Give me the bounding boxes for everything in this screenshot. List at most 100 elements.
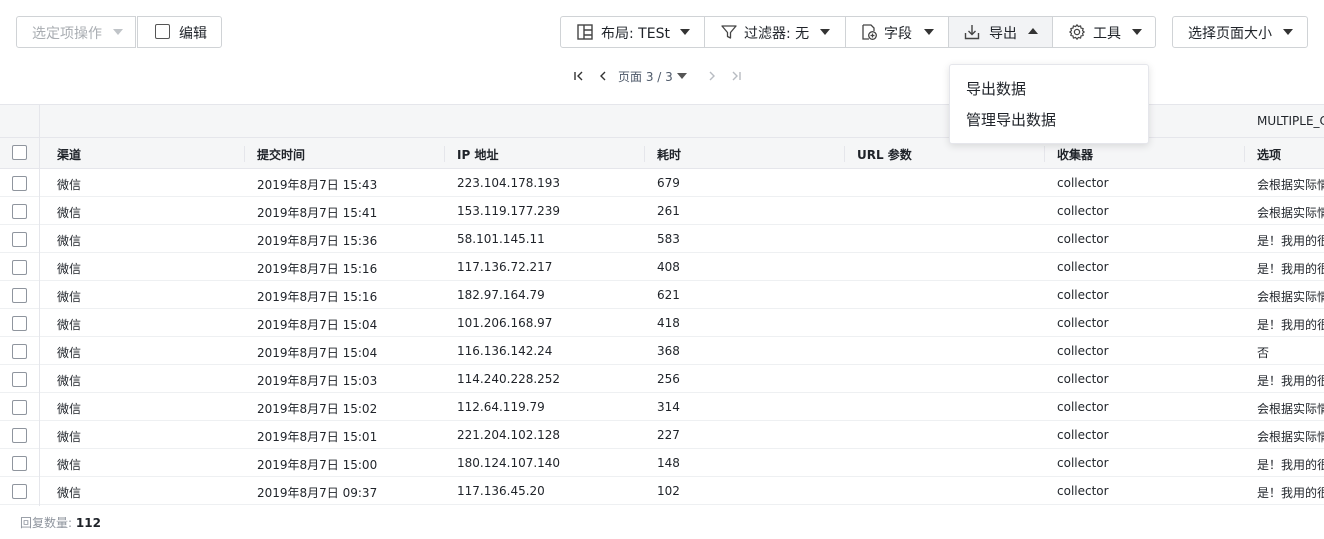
row-checkbox[interactable] — [12, 372, 27, 387]
table-row[interactable]: 微信 2019年8月7日 15:04 116.136.142.24 368 collec… — [0, 337, 1324, 365]
table-row[interactable]: 微信 2019年8月7日 15:03 114.240.228.252 256 colle… — [0, 365, 1324, 393]
download-icon — [964, 25, 980, 40]
table-row[interactable]: 微信 2019年8月7日 15:04 101.206.168.97 418 collec… — [0, 309, 1324, 337]
cell-duration: 102 — [657, 484, 680, 498]
bulk-actions-label: 选定项操作 — [32, 26, 102, 42]
table-row[interactable]: 微信 2019年8月7日 15:16 117.136.72.217 408 collec… — [0, 253, 1324, 281]
cell-collector: collector — [1057, 456, 1109, 470]
table-row[interactable]: 微信 2019年8月7日 15:36 58.101.145.11 583 collect… — [0, 225, 1324, 253]
column-header-channel[interactable]: 渠道 — [57, 146, 81, 163]
column-header-url-params[interactable]: URL 参数 — [857, 146, 912, 163]
cell-submit-time: 2019年8月7日 15:41 — [257, 206, 378, 220]
row-checkbox[interactable] — [12, 204, 27, 219]
row-checkbox[interactable] — [12, 260, 27, 275]
row-checkbox[interactable] — [12, 176, 27, 191]
row-checkbox[interactable] — [12, 316, 27, 331]
bulk-actions-dropdown[interactable]: 选定项操作 — [16, 16, 136, 48]
filter-dropdown[interactable]: 过滤器: 无 — [705, 17, 846, 47]
edit-button[interactable]: 编辑 — [137, 16, 222, 48]
cell-duration: 408 — [657, 260, 680, 274]
cell-collector: collector — [1057, 484, 1109, 498]
cell-submit-time: 2019年8月7日 15:04 — [257, 346, 378, 360]
view-toolbar-group: 布局: TESt 过滤器: 无 字段 导出 工具 — [560, 16, 1156, 48]
last-page-icon[interactable] — [729, 69, 743, 83]
chevron-down-icon — [676, 73, 687, 79]
cell-submit-time: 2019年8月7日 15:43 — [257, 178, 378, 192]
chevron-down-icon — [1283, 29, 1293, 35]
fields-dropdown[interactable]: 字段 — [846, 17, 949, 47]
next-page-icon[interactable] — [705, 69, 719, 83]
cell-channel: 微信 — [57, 486, 82, 500]
table-row[interactable]: 微信 2019年8月7日 15:41 153.119.177.239 261 colle… — [0, 197, 1324, 225]
cell-channel: 微信 — [57, 206, 82, 220]
cell-collector: collector — [1057, 204, 1109, 218]
tools-dropdown[interactable]: 工具 — [1053, 17, 1155, 47]
cell-ip: 116.136.142.24 — [457, 344, 553, 358]
table-row[interactable]: 微信 2019年8月7日 15:16 182.97.164.79 621 collect… — [0, 281, 1324, 309]
row-checkbox[interactable] — [12, 232, 27, 247]
cell-channel: 微信 — [57, 402, 82, 416]
cell-channel: 微信 — [57, 234, 82, 248]
column-group-label: MULTIPLE_C — [1257, 114, 1324, 128]
pagination: 页面 3 / 3 — [572, 66, 743, 86]
cell-ip: 153.119.177.239 — [457, 204, 561, 218]
cell-options: 是！我用的很 — [1257, 486, 1324, 500]
prev-page-icon[interactable] — [596, 69, 610, 83]
cell-collector: collector — [1057, 232, 1109, 246]
table-row[interactable]: 微信 2019年8月7日 15:02 112.64.119.79 314 collect… — [0, 393, 1324, 421]
cell-ip: 117.136.45.20 — [457, 484, 545, 498]
table-row[interactable]: 微信 2019年8月7日 09:37 117.136.45.20 102 collect… — [0, 477, 1324, 505]
cell-duration: 621 — [657, 288, 680, 302]
cell-duration: 314 — [657, 400, 680, 414]
cell-submit-time: 2019年8月7日 15:02 — [257, 402, 378, 416]
cell-ip: 223.104.178.193 — [457, 176, 561, 190]
column-header-duration[interactable]: 耗时 — [657, 146, 681, 163]
row-checkbox[interactable] — [12, 344, 27, 359]
manage-exports-menu-item[interactable]: 管理导出数据 — [966, 109, 1056, 131]
column-header-ip[interactable]: IP 地址 — [457, 146, 498, 163]
table-row[interactable]: 微信 2019年8月7日 15:01 221.204.102.128 227 colle… — [0, 421, 1324, 449]
cell-options: 会根据实际情 — [1257, 402, 1324, 416]
chevron-down-icon — [820, 29, 830, 35]
table-row[interactable]: 微信 2019年8月7日 15:43 223.104.178.193 679 colle… — [0, 169, 1324, 197]
row-checkbox[interactable] — [12, 288, 27, 303]
page-size-label: 选择页面大小 — [1188, 26, 1272, 42]
fields-label: 字段 — [884, 26, 912, 42]
cell-channel: 微信 — [57, 290, 82, 304]
cell-options: 会根据实际情 — [1257, 430, 1324, 444]
first-page-icon[interactable] — [572, 69, 586, 83]
gear-icon — [1069, 24, 1085, 40]
cell-ip: 112.64.119.79 — [457, 400, 545, 414]
export-dropdown[interactable]: 导出 — [949, 17, 1053, 47]
page-select[interactable]: 页面 3 / 3 — [618, 68, 687, 85]
row-checkbox[interactable] — [12, 428, 27, 443]
cell-ip: 117.136.72.217 — [457, 260, 553, 274]
cell-channel: 微信 — [57, 346, 82, 360]
table-row[interactable]: 微信 2019年8月7日 15:00 180.124.107.140 148 colle… — [0, 449, 1324, 477]
layout-label: 布局: TESt — [601, 26, 670, 42]
cell-options: 会根据实际情 — [1257, 178, 1324, 192]
cell-ip: 182.97.164.79 — [457, 288, 545, 302]
page-size-dropdown[interactable]: 选择页面大小 — [1172, 16, 1308, 48]
add-field-icon — [862, 24, 877, 40]
cell-ip: 58.101.145.11 — [457, 232, 545, 246]
select-all-checkbox[interactable] — [12, 145, 27, 160]
row-checkbox[interactable] — [12, 484, 27, 499]
cell-collector: collector — [1057, 176, 1109, 190]
export-data-menu-item[interactable]: 导出数据 — [966, 78, 1026, 100]
row-checkbox[interactable] — [12, 400, 27, 415]
layout-dropdown[interactable]: 布局: TESt — [561, 17, 705, 47]
column-header-collector[interactable]: 收集器 — [1057, 146, 1093, 163]
row-checkbox[interactable] — [12, 456, 27, 471]
column-header-options[interactable]: 选项 — [1257, 146, 1281, 163]
column-header-submit-time[interactable]: 提交时间 — [257, 146, 305, 163]
cell-collector: collector — [1057, 316, 1109, 330]
layout-icon — [577, 24, 593, 40]
cell-collector: collector — [1057, 288, 1109, 302]
edit-label: 编辑 — [179, 26, 207, 42]
cell-submit-time: 2019年8月7日 15:00 — [257, 458, 378, 472]
cell-collector: collector — [1057, 372, 1109, 386]
cell-collector: collector — [1057, 344, 1109, 358]
cell-options: 是！我用的很 — [1257, 374, 1324, 388]
cell-submit-time: 2019年8月7日 15:16 — [257, 290, 378, 304]
